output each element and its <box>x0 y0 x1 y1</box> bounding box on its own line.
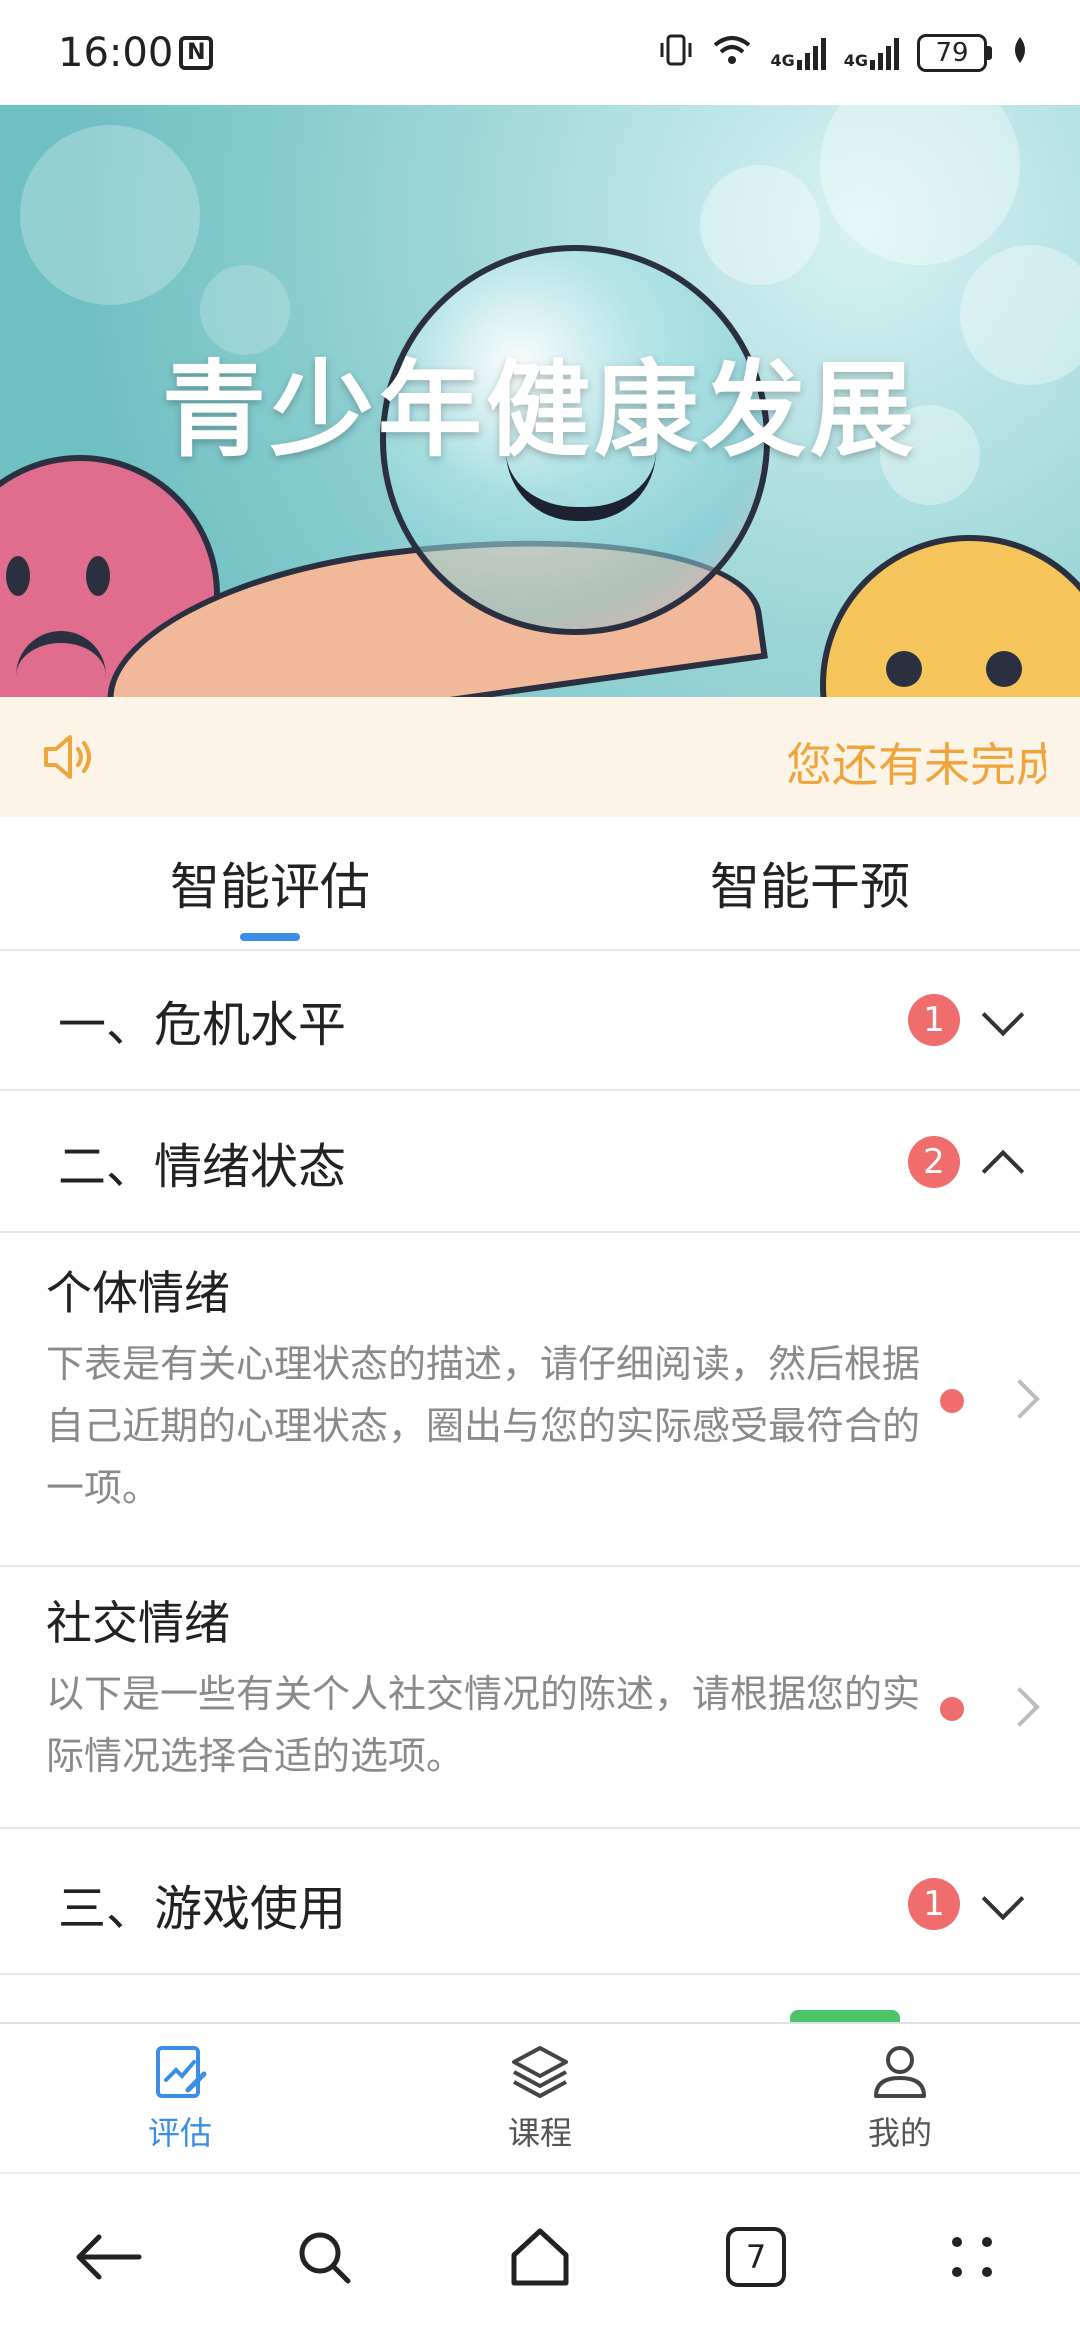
status-time: 16:00 N <box>58 29 214 76</box>
chevron-down-icon <box>982 1000 1022 1040</box>
back-arrow-icon <box>76 2234 142 2280</box>
network-type-2: 4G <box>843 50 868 70</box>
assessment-icon <box>148 2040 212 2104</box>
signal-bars-icon <box>796 36 826 70</box>
battery-level: 79 <box>917 33 987 72</box>
nfc-icon: N <box>179 35 214 70</box>
signal-2: 4G <box>844 36 899 70</box>
tab-label: 智能评估 <box>170 858 370 916</box>
section-title: 二、情绪状态 <box>58 1139 347 1195</box>
menu-button[interactable] <box>932 2217 1012 2297</box>
unread-dot <box>940 1697 964 1721</box>
vibrate-icon <box>658 33 694 73</box>
nav-label: 我的 <box>867 2114 932 2152</box>
tab-label: 智能干预 <box>710 858 910 916</box>
back-button[interactable] <box>68 2217 148 2297</box>
nav-assessment[interactable]: 评估 <box>0 2024 360 2172</box>
section-title: 一、危机水平 <box>58 997 347 1053</box>
hero-banner[interactable]: 青少年健康发展 <box>0 105 1080 697</box>
notice-text: 您还有未完成 <box>786 738 1046 792</box>
tab-bar: 智能评估 智能干预 <box>0 817 1080 951</box>
leaf-icon <box>1010 35 1030 71</box>
home-icon <box>511 2228 569 2286</box>
section-title: 三、游戏使用 <box>58 1881 347 1937</box>
tabs-button[interactable]: 7 <box>716 2217 796 2297</box>
unread-dot <box>940 1389 964 1413</box>
home-button[interactable] <box>500 2217 580 2297</box>
search-button[interactable] <box>284 2217 364 2297</box>
dots-menu-icon <box>952 2237 992 2277</box>
item-title: 社交情绪 <box>46 1596 230 1650</box>
item-title: 个体情绪 <box>46 1266 230 1320</box>
count-badge: 1 <box>908 1878 960 1930</box>
status-bar: 16:00 N 4G 4G 79 <box>0 0 1080 105</box>
nav-profile[interactable]: 我的 <box>720 2024 1080 2172</box>
nav-label: 评估 <box>147 2114 212 2152</box>
count-badge: 2 <box>908 1136 960 1188</box>
section-emotional-state[interactable]: 二、情绪状态 2 <box>0 1093 1080 1233</box>
active-tab-indicator <box>240 933 300 941</box>
search-icon <box>299 2232 351 2284</box>
happy-face-illustration <box>820 535 1080 697</box>
tab-smart-intervention[interactable]: 智能干预 <box>540 817 1080 949</box>
nav-label: 课程 <box>507 2114 572 2152</box>
chevron-right-icon <box>1000 1687 1040 1727</box>
section-crisis-level[interactable]: 一、危机水平 1 <box>0 951 1080 1091</box>
tab-smart-assessment[interactable]: 智能评估 <box>0 817 540 949</box>
list-item-individual-emotion[interactable]: 个体情绪 下表是有关心理状态的描述，请仔细阅读，然后根据自己近期的心理状态，圈出… <box>0 1237 1080 1567</box>
clock: 16:00 <box>58 29 174 76</box>
item-description: 下表是有关心理状态的描述，请仔细阅读，然后根据自己近期的心理状态，圈出与您的实际… <box>46 1342 921 1510</box>
user-icon <box>868 2040 932 2104</box>
item-description: 以下是一些有关个人社交情况的陈述，请根据您的实际情况选择合适的选项。 <box>46 1672 921 1778</box>
status-icons: 4G 4G 79 <box>658 33 1030 73</box>
signal-1: 4G <box>770 36 826 70</box>
notice-bar[interactable]: 您还有未完成 <box>0 697 1080 817</box>
network-type-1: 4G <box>770 50 795 70</box>
count-badge: 1 <box>908 994 960 1046</box>
banner-title: 青少年健康发展 <box>161 349 918 471</box>
system-nav-bar: 7 <box>0 2172 1080 2340</box>
chevron-right-icon <box>1000 1379 1040 1419</box>
speaker-icon <box>40 727 100 787</box>
battery-icon: 79 <box>917 33 992 72</box>
section-game-use[interactable]: 三、游戏使用 1 <box>0 1835 1080 1975</box>
bottom-nav: 评估 课程 我的 <box>0 2022 1080 2172</box>
nav-courses[interactable]: 课程 <box>360 2024 720 2172</box>
chevron-down-icon <box>982 1884 1022 1924</box>
layers-icon <box>508 2040 572 2104</box>
wifi-icon <box>712 33 752 73</box>
tabs-count: 7 <box>726 2227 786 2287</box>
chevron-up-icon <box>982 1142 1022 1182</box>
signal-bars-icon <box>870 36 899 70</box>
list-item-social-emotion[interactable]: 社交情绪 以下是一些有关个人社交情况的陈述，请根据您的实际情况选择合适的选项。 <box>0 1567 1080 1829</box>
